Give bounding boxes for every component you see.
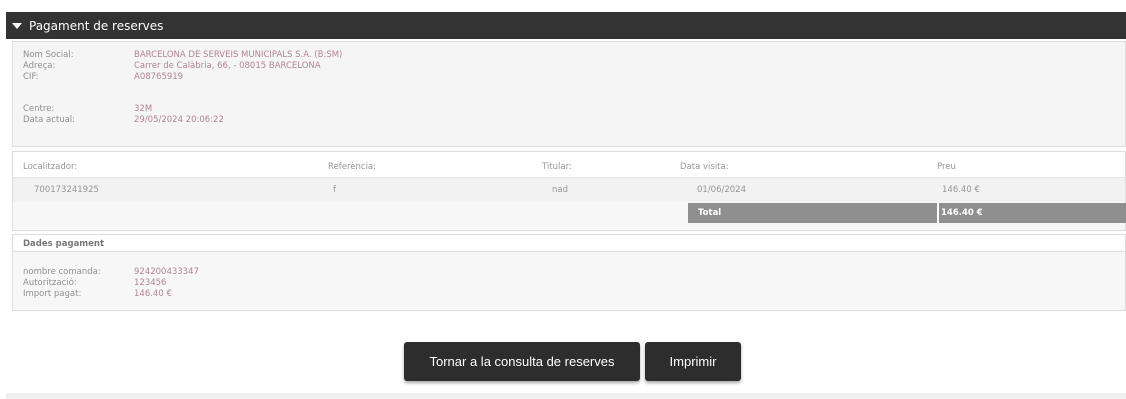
back-to-reservations-button[interactable]: Tornar a la consulta de reserves (404, 342, 640, 381)
company-info-box: Nom Social: BARCELONA DE SERVEIS MUNICIP… (12, 41, 1126, 147)
row-preu: 146.40 € (942, 185, 980, 195)
print-button[interactable]: Imprimir (645, 342, 741, 381)
adreca-row: Adreça: Carrer de Calàbria, 66, - 08015 … (23, 61, 321, 72)
triangle-down-icon[interactable] (12, 23, 22, 29)
import-label: Import pagat: (23, 289, 82, 299)
nom-social-label: Nom Social: (23, 50, 74, 60)
import-value: 146.40 € (134, 289, 172, 299)
cif-row: CIF: A08765919 (23, 72, 183, 83)
cif-value: A08765919 (134, 72, 184, 82)
comanda-row: nombre comanda: 924200433347 (23, 267, 199, 278)
row-referencia: f (333, 185, 336, 195)
nom-social-row: Nom Social: BARCELONA DE SERVEIS MUNICIP… (23, 50, 342, 61)
table-header: Localitzador: Referència: Titular: Data … (13, 152, 1125, 178)
reservations-table: Localitzador: Referència: Titular: Data … (12, 151, 1126, 231)
autoritzacio-label: Autorització: (23, 278, 77, 288)
total-bar: Total 146.40 € (688, 203, 1126, 223)
footer-divider (6, 393, 1126, 399)
cif-label: CIF: (23, 72, 39, 82)
payment-box: Dades pagament nombre comanda: 924200433… (12, 234, 1126, 311)
autoritzacio-row: Autorització: 123456 (23, 278, 166, 289)
autoritzacio-value: 123456 (134, 278, 167, 288)
header-data-visita: Data visita: (680, 162, 729, 172)
header-referencia: Referència: (328, 162, 377, 172)
header-localitzador: Localitzador: (23, 162, 78, 172)
data-actual-value: 29/05/2024 20:06:22 (134, 115, 224, 125)
data-actual-label: Data actual: (23, 115, 76, 125)
total-separator (937, 203, 939, 223)
row-localitzador: 700173241925 (34, 185, 99, 195)
total-value: 146.40 € (941, 208, 983, 218)
nom-social-value: BARCELONA DE SERVEIS MUNICIPALS S.A. (B:… (134, 50, 343, 60)
data-actual-row: Data actual: 29/05/2024 20:06:22 (23, 115, 224, 126)
panel-header[interactable]: Pagament de reserves (6, 12, 1126, 39)
table-row[interactable]: 700173241925 f nad 01/06/2024 146.40 € (13, 178, 1125, 202)
payment-header: Dades pagament (13, 235, 1125, 252)
centre-label: Centre: (23, 104, 55, 114)
centre-row: Centre: 32M (23, 104, 152, 115)
comanda-value: 924200433347 (134, 267, 199, 277)
comanda-label: nombre comanda: (23, 267, 101, 277)
row-data-visita: 01/06/2024 (697, 185, 746, 195)
payment-title: Dades pagament (23, 239, 105, 249)
total-label: Total (698, 208, 722, 218)
row-titular: nad (552, 185, 568, 195)
header-preu: Preu (937, 162, 956, 172)
adreca-value: Carrer de Calàbria, 66, - 08015 BARCELON… (134, 61, 321, 71)
centre-value: 32M (134, 104, 153, 114)
panel-title: Pagament de reserves (29, 18, 164, 33)
header-titular: Titular: (542, 162, 572, 172)
adreca-label: Adreça: (23, 61, 56, 71)
import-row: Import pagat: 146.40 € (23, 289, 172, 300)
